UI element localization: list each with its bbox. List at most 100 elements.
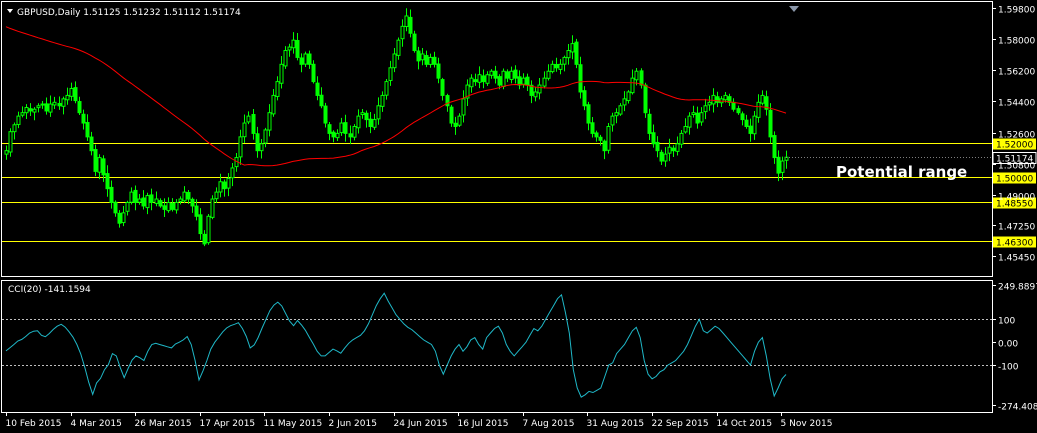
candle-body-143: [582, 90, 587, 107]
candle-body-8: [36, 105, 41, 109]
date-label-0: 10 Feb 2015: [6, 419, 62, 429]
candle-body-99: [404, 15, 409, 28]
candle-body-157: [639, 70, 644, 86]
candle-body-21: [89, 136, 94, 152]
candle-body-172: [699, 112, 704, 123]
candle-body-10: [44, 103, 49, 112]
candle-body-61: [251, 114, 256, 134]
candle-body-22: [93, 149, 98, 172]
candle-body-113: [461, 98, 466, 116]
candle-body-128: [521, 77, 526, 85]
candle-body-192: [780, 160, 785, 173]
candle-body-51: [210, 198, 215, 218]
candle-body-159: [647, 113, 652, 134]
candle-body-119: [485, 74, 490, 84]
candle-body-153: [622, 98, 627, 106]
date-label-7: 16 Jul 2015: [458, 419, 509, 429]
candle-body-95: [388, 67, 393, 81]
candle-body-103: [420, 53, 425, 61]
candle-body-4: [20, 112, 25, 116]
candle-body-3: [16, 115, 21, 125]
candle-body-66: [271, 94, 276, 115]
candle-body-98: [400, 25, 405, 40]
candle-body-144: [586, 104, 591, 124]
candle-body-19: [81, 113, 86, 124]
candle-body-32: [133, 189, 138, 203]
candle-body-174: [707, 101, 712, 106]
candle-body-65: [267, 112, 272, 131]
candle-body-108: [440, 79, 445, 96]
price-axis: 1.511741.598001.580001.562001.544001.526…: [786, 6, 1037, 264]
cci-axis: 249.8897 100 0.00 -100 -274.4083: [992, 283, 1037, 413]
candle-body-83: [339, 122, 344, 134]
candle-body-178: [723, 94, 728, 101]
date-label-5: 2 Jun 2015: [329, 419, 377, 429]
price-tick-label-4: 1.52600: [998, 131, 1035, 141]
cci-line: [5, 292, 787, 398]
candle-body-100: [408, 16, 413, 34]
price-panel-frame: [1, 1, 993, 277]
level-label-1: 1.50000: [996, 175, 1033, 185]
candle-body-156: [634, 70, 639, 81]
horizontal-levels: 1.520001.500001.485501.46300: [2, 138, 1036, 249]
candle-body-37: [154, 198, 159, 204]
candle-body-141: [574, 41, 579, 65]
candle-body-168: [683, 125, 688, 133]
candle-body-52: [214, 191, 219, 200]
candle-body-86: [352, 125, 357, 138]
candle-body-63: [259, 143, 264, 152]
candle-body-43: [178, 198, 183, 202]
candle-body-161: [655, 141, 660, 152]
candle-body-164: [667, 146, 672, 154]
candle-body-173: [703, 105, 708, 113]
candle-body-84: [343, 122, 348, 134]
date-label-4: 11 May 2015: [264, 419, 323, 429]
candle-body-62: [255, 133, 260, 152]
candle-body-89: [364, 112, 369, 121]
candle-body-36: [149, 194, 154, 203]
candle-body-118: [481, 75, 486, 83]
candle-body-131: [533, 91, 538, 98]
candle-body-124: [505, 71, 510, 79]
chart-shift-marker-icon[interactable]: [789, 6, 799, 12]
candle-body-132: [537, 84, 542, 94]
candle-body-158: [643, 84, 648, 114]
candle-body-150: [610, 115, 615, 126]
candle-body-74: [303, 53, 308, 65]
date-label-9: 31 Aug 2015: [587, 419, 645, 429]
price-tick-label-1: 1.58000: [998, 37, 1035, 47]
symbol-info: GBPUSD,Daily 1.51125 1.51232 1.51112 1.5…: [17, 8, 241, 18]
cci-tick-label-3: -100: [998, 363, 1019, 373]
date-label-12: 5 Nov 2015: [781, 419, 833, 429]
candle-body-111: [453, 122, 458, 127]
dropdown-triangle-icon[interactable]: [7, 9, 13, 13]
candle-body-136: [554, 64, 559, 69]
candle-body-169: [687, 115, 692, 128]
candle-body-139: [566, 50, 571, 59]
candle-body-16: [69, 88, 74, 97]
candle-body-88: [360, 112, 365, 116]
price-tick-label-8: 1.45450: [998, 254, 1035, 264]
candle-body-129: [525, 76, 530, 86]
candle-body-102: [416, 50, 421, 62]
candle-body-64: [263, 129, 268, 144]
price-tick-label-0: 1.59800: [998, 6, 1035, 16]
candle-body-59: [242, 122, 247, 138]
candle-body-53: [218, 181, 223, 193]
candle-body-18: [77, 101, 82, 114]
date-axis: 10 Feb 2015 4 Mar 2015 26 Mar 2015 17 Apr 2…: [6, 412, 833, 429]
candle-body-7: [32, 108, 37, 113]
candle-body-105: [428, 56, 433, 65]
candle-body-181: [736, 108, 741, 114]
candle-body-135: [550, 63, 555, 73]
date-label-3: 17 Apr 2015: [200, 419, 256, 429]
candle-body-93: [380, 94, 385, 107]
candle-body-107: [436, 63, 441, 79]
candle-body-155: [630, 77, 635, 94]
candle-body-80: [327, 124, 332, 134]
candle-body-60: [246, 115, 251, 123]
candle-body-68: [279, 63, 284, 84]
candle-body-73: [299, 57, 304, 65]
candle-body-180: [731, 101, 736, 110]
candle-body-70: [287, 46, 292, 51]
